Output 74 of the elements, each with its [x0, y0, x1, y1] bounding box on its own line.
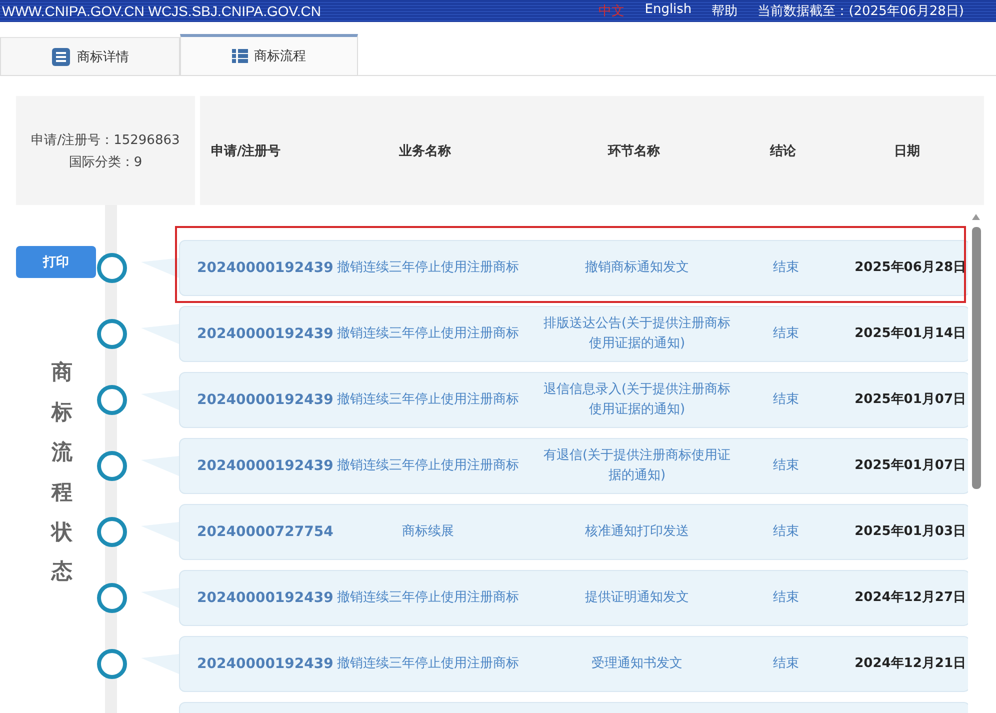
- table-cell-text: 20240000192439: [196, 589, 330, 608]
- table-cell-text: 撤销连续三年停止使用注册商标: [336, 655, 520, 673]
- tab[interactable]: 商标详情: [0, 37, 180, 75]
- timeline-node: [96, 450, 128, 482]
- record-row[interactable]: 20240000192439 撤销连续三年停止使用注册商标 受理通知书发文 结束 2024年12月21日: [179, 636, 968, 692]
- table-cell-text: 撤销连续三年停止使用注册商标: [336, 259, 520, 277]
- language-link[interactable]: English: [644, 2, 692, 20]
- timeline-node: [96, 384, 128, 416]
- document-icon: [51, 46, 71, 66]
- side-title: 商标流程状态: [52, 359, 72, 586]
- table-cell-text: 撤销商标通知发文: [584, 259, 690, 277]
- record-row[interactable]: 20240000192439 撤销连续三年停止使用注册商标 退信信息录入(关于提供注册商标使用证据的通知) 结束 2025年01月07日: [179, 372, 968, 428]
- table-cell-text: 撤销连续三年停止使用注册商标: [336, 457, 520, 475]
- print-button[interactable]: 打印: [16, 246, 96, 278]
- registration-number: 申请/注册号：15296863: [31, 132, 180, 148]
- table-cell-text: 结束: [772, 391, 800, 409]
- column-header: 申请/注册号: [210, 142, 282, 160]
- table-cell-text: 20240000192439: [196, 655, 330, 674]
- pointer-tail: [141, 654, 179, 674]
- record-row[interactable]: 20240000192439 撤销连续三年停止使用注册商标 有退信(关于提供注册商标使用证据的通知) 结束 2025年01月07日: [179, 438, 968, 494]
- site-links[interactable]: WWW.CNIPA.GOV.CN WCJS.SBJ.CNIPA.GOV.CN: [0, 3, 321, 19]
- pointer-tail: [141, 258, 179, 278]
- column-header: 结论: [768, 142, 797, 160]
- tab[interactable]: 商标流程: [180, 34, 358, 75]
- table-cell-text: 结束: [772, 589, 800, 607]
- table-cell-text: 2025年01月07日: [854, 391, 967, 409]
- table-cell-text: 2025年01月03日: [854, 523, 967, 541]
- table-cell-text: 2025年06月28日: [854, 259, 967, 277]
- timeline-node: [96, 582, 128, 614]
- table-cell-text: 排版送达公告(关于提供注册商标使用证据的通知): [542, 315, 732, 353]
- table-cell-text: 20240000192439: [196, 391, 330, 410]
- table-cell-text: 结束: [772, 655, 800, 673]
- column-header: 业务名称: [398, 142, 452, 160]
- table-cell-text: 结束: [772, 457, 800, 475]
- list-icon: [232, 48, 248, 64]
- pointer-tail: [141, 390, 179, 410]
- data-date: 当前数据截至：(2025年06月28日): [758, 3, 964, 20]
- table-cell-text: 2025年01月07日: [854, 457, 967, 475]
- table-cell-text: 2024年12月21日: [854, 655, 967, 673]
- scroll-thumb[interactable]: [972, 227, 980, 489]
- scroll-up-icon[interactable]: [971, 213, 981, 221]
- table-cell-text: 20240000192439: [196, 457, 330, 476]
- pointer-tail: [141, 456, 179, 476]
- table-cell-text: 商标续展: [401, 523, 455, 541]
- table-cell-text: 受理通知书发文: [590, 655, 684, 673]
- column-header: 日期: [893, 142, 921, 160]
- timeline-node: [96, 252, 128, 284]
- table-cell-text: 20240000192439: [196, 325, 330, 344]
- record-row[interactable]: 20240000192439 撤销连续三年停止使用注册商标 排版送达公告(关于提供注册商标使用证据的通知) 结束 2025年01月14日: [179, 306, 968, 362]
- table-cell-text: 结束: [772, 325, 800, 343]
- timeline-node: [96, 318, 128, 350]
- table-cell-text: 核准通知打印发送: [584, 523, 690, 541]
- table-cell-text: 提供证明通知发文: [584, 589, 690, 607]
- table-cell-text: 撤销连续三年停止使用注册商标: [336, 391, 520, 409]
- record-row[interactable]: 20240000192439 撤销连续三年停止使用注册商标 撤销商标通知发文 结束 2025年06月28日: [179, 240, 968, 296]
- pointer-tail: [141, 588, 179, 608]
- table-cell-text: 退信信息录入(关于提供注册商标使用证据的通知): [542, 381, 732, 419]
- timeline-node: [96, 516, 128, 548]
- timeline-node: [96, 648, 128, 680]
- table-cell-text: 有退信(关于提供注册商标使用证据的通知): [542, 447, 732, 485]
- table-cell-text: 撤销连续三年停止使用注册商标: [336, 325, 520, 343]
- help-link[interactable]: 帮助: [712, 2, 738, 20]
- pointer-tail: [141, 324, 179, 344]
- class-number: 国际分类：9: [68, 154, 142, 170]
- table-cell-text: 20240000192439: [196, 259, 330, 278]
- pointer-tail: [141, 522, 179, 542]
- record-row[interactable]: 20240000727754 商标续展 核准通知打印发送 结束 2025年01月03日: [179, 504, 968, 560]
- table-cell-text: 2025年01月14日: [854, 325, 967, 343]
- table-cell-text: 撤销连续三年停止使用注册商标: [336, 589, 520, 607]
- table-cell-text: 结束: [772, 259, 800, 277]
- table-cell-text: 2024年12月27日: [854, 589, 967, 607]
- column-header: 环节名称: [606, 142, 661, 160]
- table-cell-text: 结束: [772, 523, 800, 541]
- record-row[interactable]: 20240000192439 撤销连续三年停止使用注册商标 提供证明通知发文 结束 2024年12月27日: [179, 570, 968, 626]
